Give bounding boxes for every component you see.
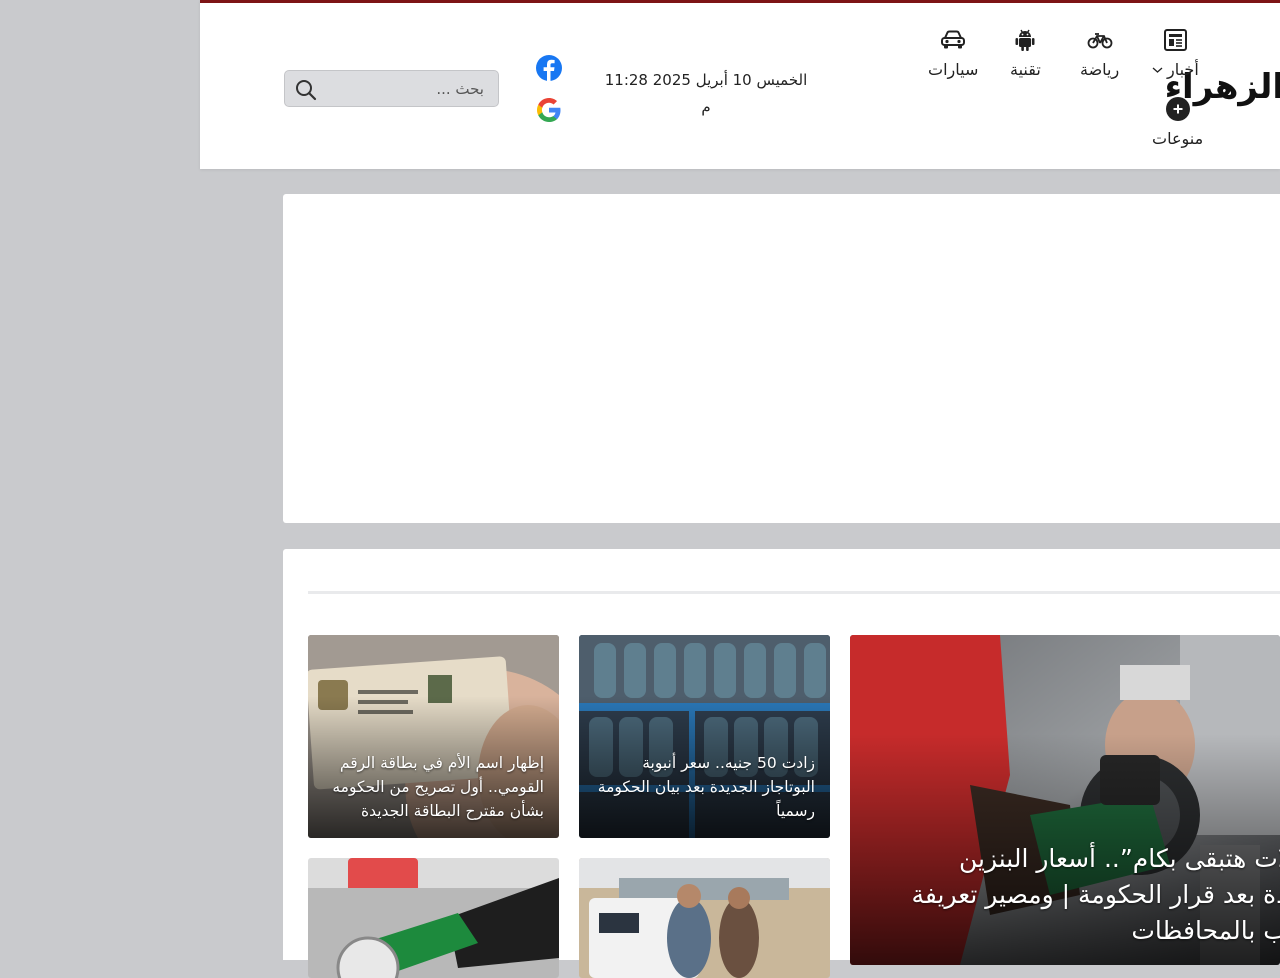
nav-item-cars[interactable]: سيارات bbox=[928, 25, 978, 80]
section-divider bbox=[308, 591, 1280, 594]
nav-label-tech: تقنية bbox=[1010, 60, 1041, 79]
news-card-title: زادت 50 جنيه.. سعر أنبوبة البوتاجاز الجد… bbox=[597, 754, 815, 820]
nav-item-tech[interactable]: تقنية bbox=[1010, 25, 1041, 80]
google-icon[interactable] bbox=[535, 96, 563, 124]
bicycle-icon bbox=[1087, 25, 1113, 55]
nav-label-sports: رياضة bbox=[1080, 60, 1120, 79]
search-box bbox=[284, 70, 499, 107]
newspaper-icon bbox=[1162, 25, 1188, 55]
featured-news-card[interactable]: هتعملات هتبقى بكام”.. أسعار البنزين الجد… bbox=[850, 635, 1280, 965]
chevron-down-icon bbox=[1152, 67, 1163, 73]
android-icon bbox=[1014, 25, 1036, 55]
ad-panel bbox=[283, 194, 1280, 523]
plus-circle-icon bbox=[1165, 94, 1191, 124]
date-line-2: م bbox=[701, 98, 711, 116]
news-card[interactable] bbox=[579, 858, 830, 978]
news-card[interactable] bbox=[308, 858, 559, 978]
news-image bbox=[308, 858, 559, 978]
current-date: الخميس 10 أبريل 2025 11:28 م bbox=[600, 67, 812, 121]
featured-news-title: هتعملات هتبقى بكام”.. أسعار البنزين الجد… bbox=[911, 844, 1280, 945]
search-icon[interactable] bbox=[295, 79, 317, 105]
nav-item-news[interactable]: أخبار bbox=[1152, 25, 1199, 80]
nav-label-news: أخبار bbox=[1167, 60, 1199, 79]
news-card[interactable]: إظهار اسم الأم في بطاقة الرقم القومي.. أ… bbox=[308, 635, 559, 838]
facebook-icon[interactable] bbox=[535, 54, 563, 82]
search-input[interactable] bbox=[325, 71, 490, 106]
nav-item-sports[interactable]: رياضة bbox=[1080, 25, 1119, 80]
news-section: هتعملات هتبقى بكام”.. أسعار البنزين الجد… bbox=[283, 549, 1280, 978]
nav-label-cars: سيارات bbox=[928, 60, 979, 79]
news-image bbox=[579, 858, 830, 978]
car-icon bbox=[940, 25, 966, 55]
site-header: الزهراء أخبار رياضة تقنية سيارات منوعات … bbox=[200, 0, 1280, 169]
news-card-title: إظهار اسم الأم في بطاقة الرقم القومي.. أ… bbox=[332, 754, 544, 820]
nav-label-misc: منوعات bbox=[1152, 129, 1204, 148]
date-line-1: الخميس 10 أبريل 2025 11:28 bbox=[604, 71, 808, 89]
nav-item-misc[interactable]: منوعات bbox=[1152, 94, 1203, 149]
news-card[interactable]: زادت 50 جنيه.. سعر أنبوبة البوتاجاز الجد… bbox=[579, 635, 830, 838]
